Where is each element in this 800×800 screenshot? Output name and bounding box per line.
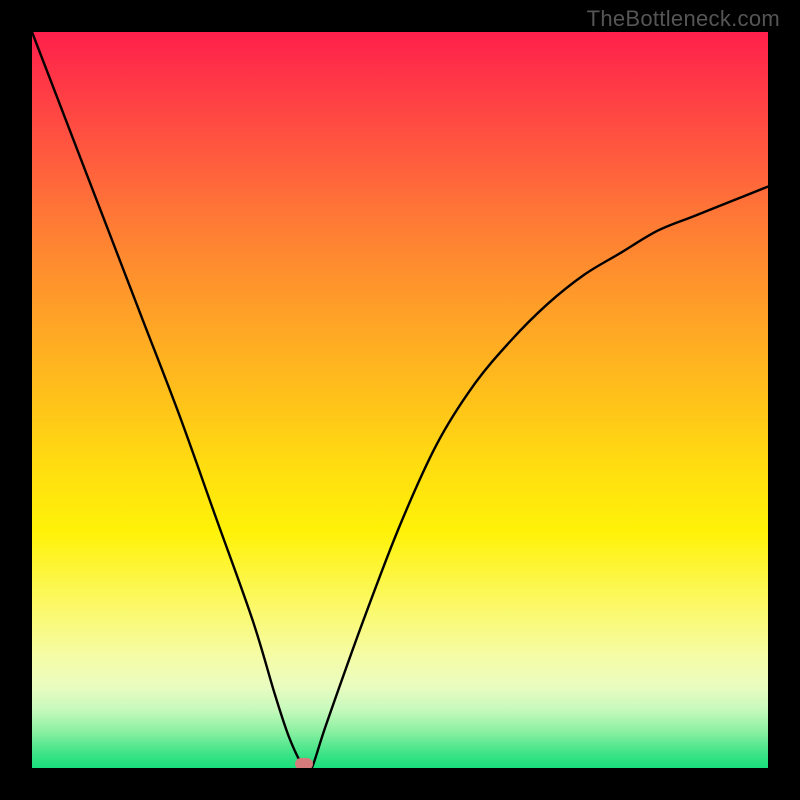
bottleneck-curve-line (32, 32, 768, 768)
chart-frame (0, 0, 800, 800)
minimum-marker (295, 758, 313, 768)
plot-area (32, 32, 768, 768)
curve-svg (32, 32, 768, 768)
watermark-label: TheBottleneck.com (587, 6, 780, 32)
bottleneck-chart: TheBottleneck.com (0, 0, 800, 800)
